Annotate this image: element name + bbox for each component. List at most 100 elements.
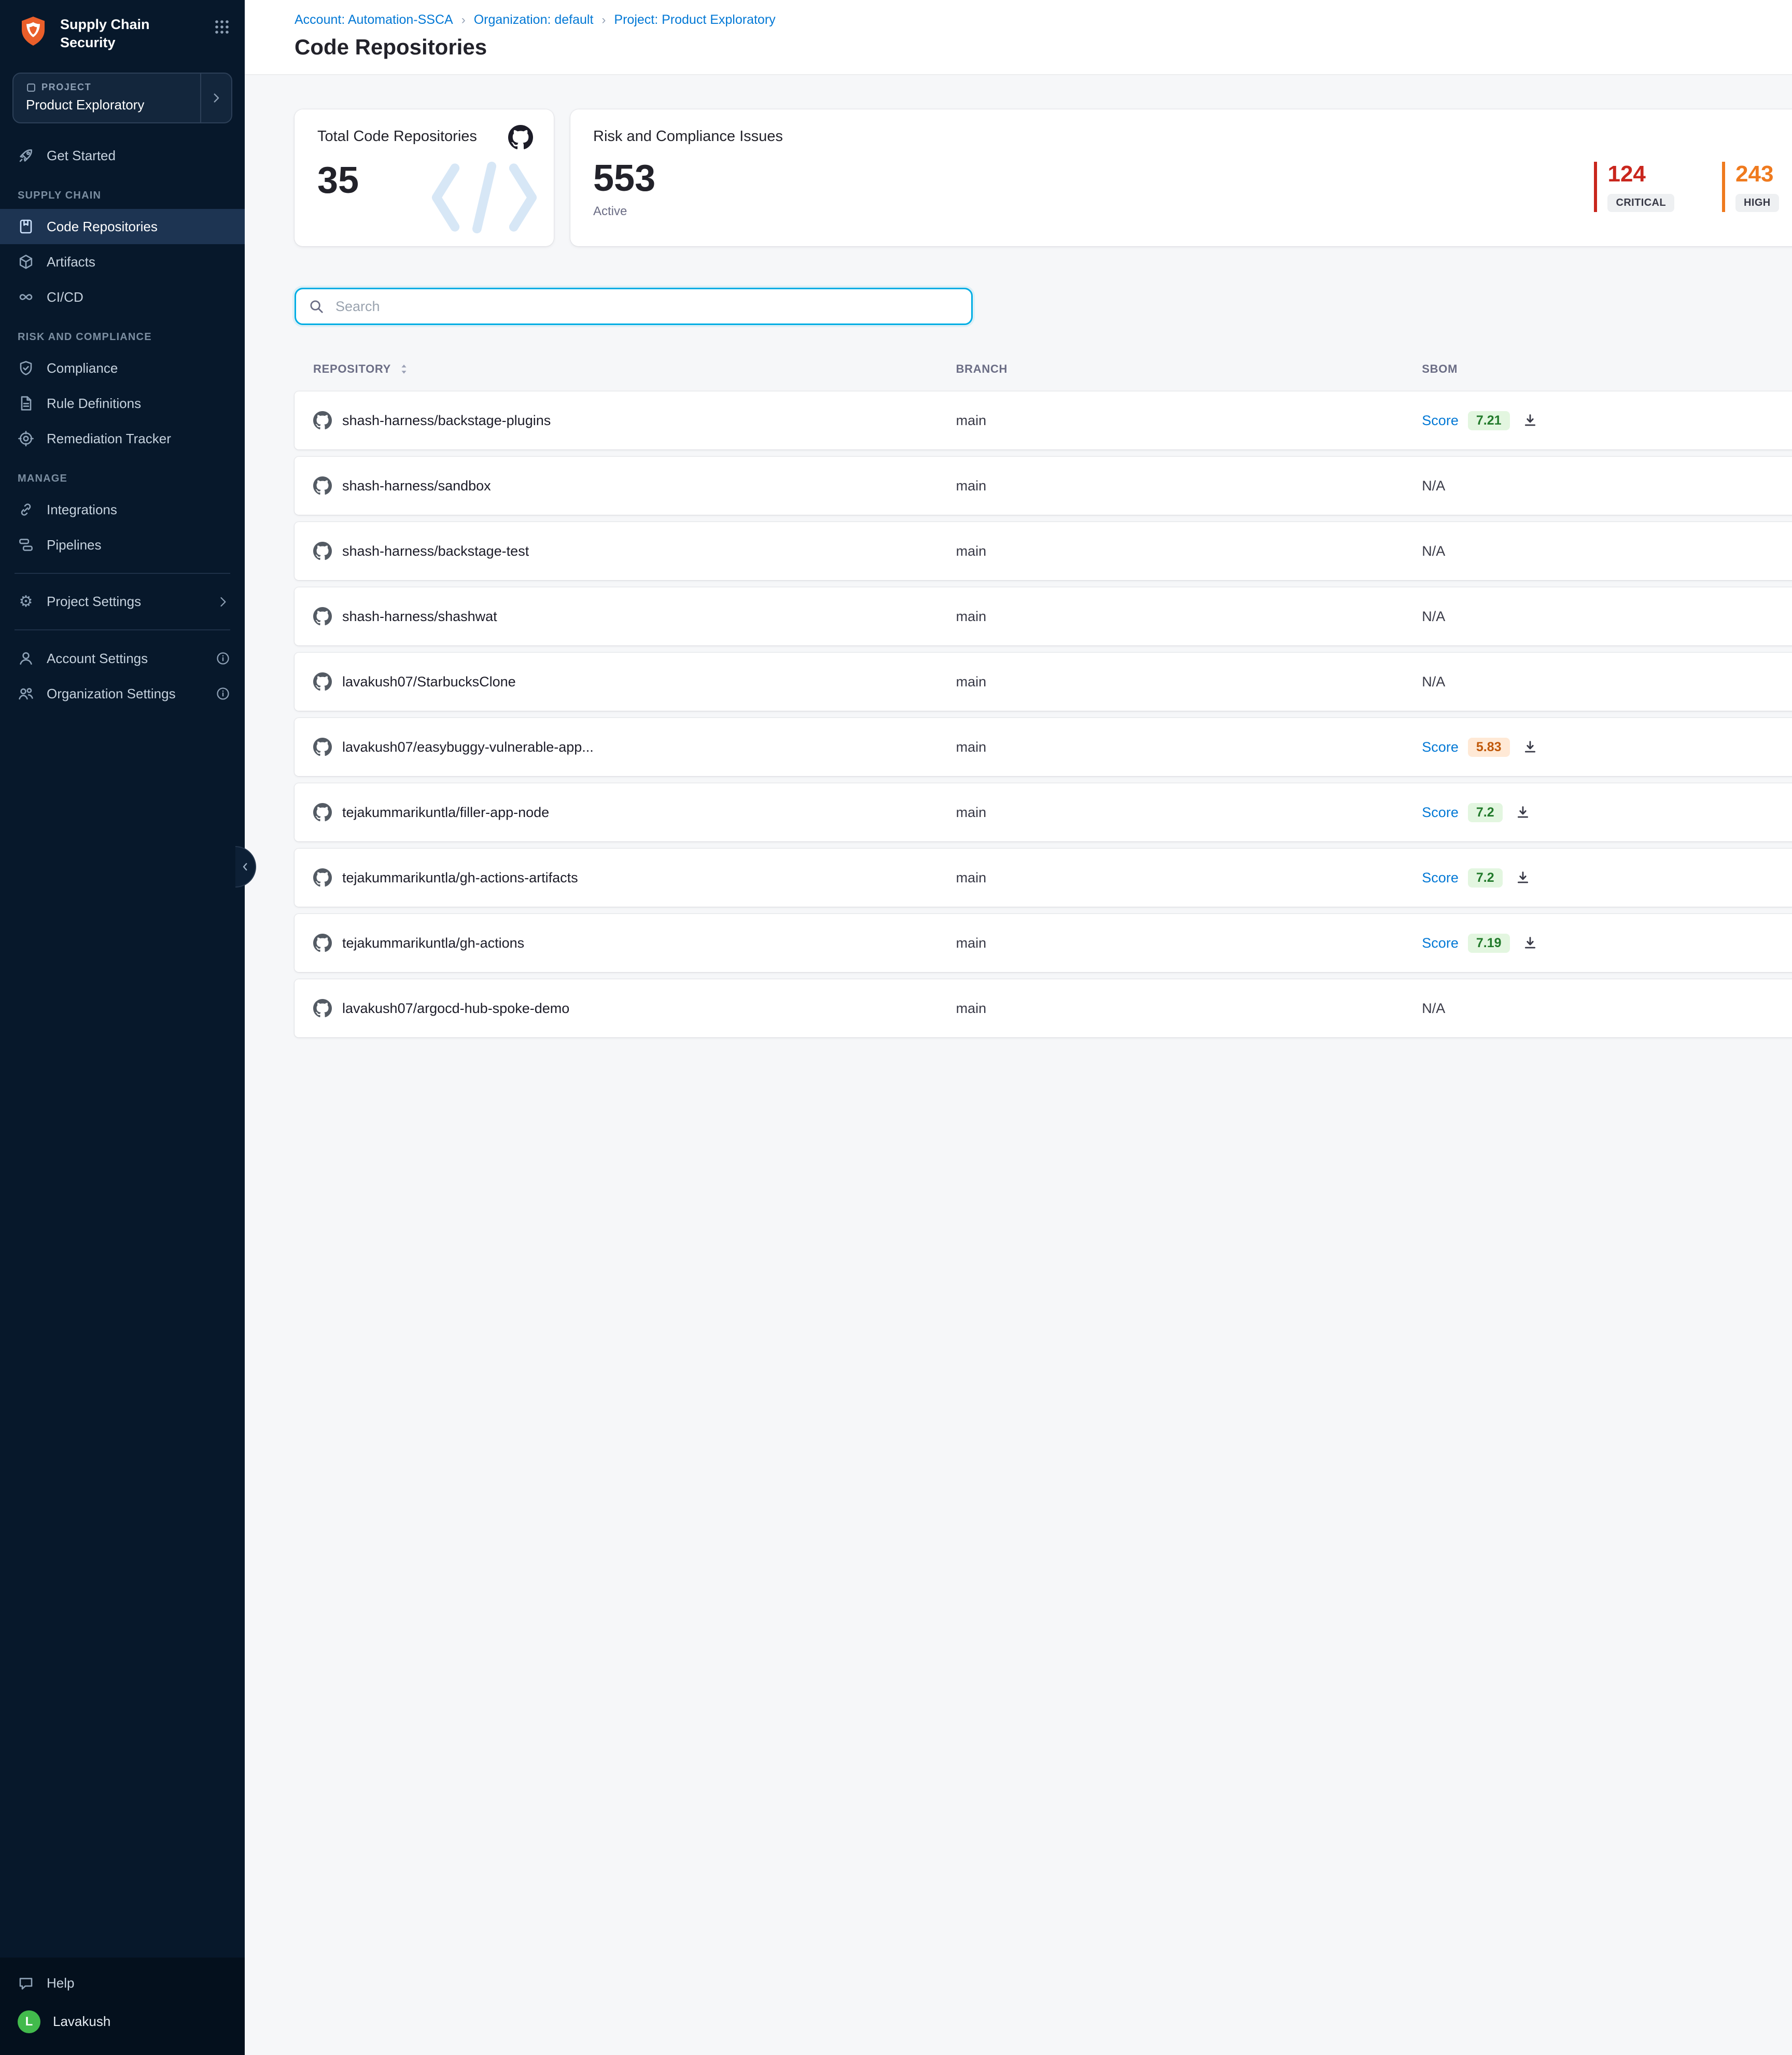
branch-name: main — [956, 674, 987, 689]
github-icon — [313, 868, 332, 887]
page-title: Code Repositories — [295, 35, 1792, 60]
sbom-cell: N/A — [1422, 543, 1792, 559]
sbom-score: Score 7.21 — [1422, 411, 1537, 430]
sidebar-item-rule-definitions[interactable]: Rule Definitions — [0, 386, 245, 421]
sbom-na: N/A — [1422, 1001, 1445, 1017]
download-sbom-icon[interactable] — [1515, 870, 1531, 885]
repo-cell: shash-harness/backstage-test — [313, 542, 956, 560]
breadcrumb-organization[interactable]: Organization: default — [474, 12, 594, 27]
info-icon — [216, 686, 230, 701]
sidebar-item-label: Project Settings — [47, 594, 141, 610]
sbom-cell: N/A — [1422, 674, 1792, 690]
sidebar-item-account-settings[interactable]: Account Settings — [0, 641, 245, 676]
sidebar-item-organization-settings[interactable]: Organization Settings — [0, 676, 245, 711]
repo-cell: lavakush07/easybuggy-vulnerable-app... — [313, 738, 956, 756]
sbom-score-label: Score — [1422, 935, 1459, 951]
table-row[interactable]: shash-harness/backstage-test main N/A C3 — [295, 522, 1792, 580]
sidebar-item-user[interactable]: L Lavakush — [0, 2001, 245, 2043]
link-icon — [18, 501, 34, 518]
repo-name: lavakush07/argocd-hub-spoke-demo — [342, 1001, 569, 1017]
sidebar-item-label: Integrations — [47, 502, 117, 518]
sidebar-item-help[interactable]: Help — [0, 1966, 245, 2001]
table-row[interactable]: lavakush07/argocd-hub-spoke-demo main N/… — [295, 979, 1792, 1037]
repo-icon — [18, 218, 34, 235]
sidebar-item-cicd[interactable]: CI/CD — [0, 279, 245, 315]
severity-high: 243 HIGH — [1722, 162, 1779, 212]
sidebar-item-label: CI/CD — [47, 289, 83, 305]
project-chevron[interactable] — [200, 74, 231, 122]
repo-name: shash-harness/sandbox — [342, 478, 491, 494]
table-row[interactable]: shash-harness/shashwat main N/A C3 — [295, 587, 1792, 645]
search-input[interactable] — [333, 298, 959, 316]
user-icon — [18, 650, 34, 667]
project-name: Product Exploratory — [26, 97, 190, 113]
section-header-manage: MANAGE — [0, 456, 245, 492]
sbom-cell: Score 7.19 — [1422, 934, 1792, 953]
github-icon — [313, 411, 332, 430]
project-selector-main: PROJECT Product Exploratory — [13, 74, 200, 122]
github-icon — [313, 476, 332, 495]
column-header-repository[interactable]: REPOSITORY — [313, 360, 956, 378]
sbom-score-label: Score — [1422, 870, 1459, 886]
table-row[interactable]: shash-harness/backstage-plugins main Sco… — [295, 391, 1792, 449]
repo-cell: tejakummarikuntla/filler-app-node — [313, 803, 956, 822]
sidebar-item-code-repositories[interactable]: Code Repositories — [0, 209, 245, 244]
sbom-score-label: Score — [1422, 739, 1459, 755]
download-sbom-icon[interactable] — [1522, 739, 1538, 755]
sidebar-item-get-started[interactable]: Get Started — [0, 138, 245, 173]
sbom-cell: Score 7.2 — [1422, 868, 1792, 888]
sbom-score: Score 5.83 — [1422, 738, 1537, 757]
breadcrumb-account[interactable]: Account: Automation-SSCA — [295, 12, 453, 27]
table-header: REPOSITORY BRANCH SBOM RISK AND COMPLIAN… — [295, 360, 1792, 378]
sbom-cell: N/A — [1422, 478, 1792, 494]
sidebar-item-label: Account Settings — [47, 651, 148, 667]
project-selector[interactable]: PROJECT Product Exploratory — [12, 73, 232, 123]
sbom-na: N/A — [1422, 478, 1445, 494]
summary-cards: Total Code Repositories 35 Risk and Comp… — [295, 109, 1792, 246]
sidebar-item-project-settings[interactable]: ⚙ Project Settings — [0, 584, 245, 619]
repo-cell: lavakush07/argocd-hub-spoke-demo — [313, 999, 956, 1018]
sbom-score-label: Score — [1422, 413, 1459, 429]
info-icon — [216, 651, 230, 666]
repo-name: shash-harness/shashwat — [342, 609, 497, 625]
sbom-cell: N/A — [1422, 1001, 1792, 1017]
breadcrumb-project[interactable]: Project: Product Exploratory — [614, 12, 775, 27]
download-sbom-icon[interactable] — [1522, 935, 1538, 951]
gear-icon: ⚙ — [18, 594, 34, 610]
sbom-cell: Score 7.2 — [1422, 803, 1792, 822]
apps-grid-icon[interactable] — [214, 19, 230, 35]
github-icon — [313, 803, 332, 822]
card-title: Risk and Compliance Issues — [593, 128, 1792, 145]
sbom-score: Score 7.2 — [1422, 803, 1530, 822]
sidebar-item-pipelines[interactable]: Pipelines — [0, 527, 245, 562]
branch-name: main — [956, 935, 987, 951]
download-sbom-icon[interactable] — [1522, 413, 1538, 428]
download-sbom-icon[interactable] — [1515, 805, 1531, 820]
sidebar-item-compliance[interactable]: Compliance — [0, 350, 245, 386]
search-box — [295, 288, 973, 325]
repo-cell: shash-harness/shashwat — [313, 607, 956, 626]
table-row[interactable]: tejakummarikuntla/gh-actions-artifacts m… — [295, 849, 1792, 907]
severity-count: 243 — [1735, 162, 1779, 187]
sidebar-item-label: Compliance — [47, 360, 118, 376]
github-icon — [313, 999, 332, 1018]
card-total-repositories: Total Code Repositories 35 — [295, 109, 554, 246]
harness-scs-logo — [17, 15, 50, 48]
github-icon — [313, 607, 332, 626]
sidebar-item-integrations[interactable]: Integrations — [0, 492, 245, 527]
repo-name: lavakush07/StarbucksClone — [342, 674, 516, 690]
sidebar-item-label: Help — [47, 1975, 74, 1991]
sidebar-item-remediation-tracker[interactable]: Remediation Tracker — [0, 421, 245, 456]
table-row[interactable]: lavakush07/StarbucksClone main N/A C3 — [295, 653, 1792, 711]
sidebar-item-artifacts[interactable]: Artifacts — [0, 244, 245, 279]
branch-name: main — [956, 478, 987, 494]
project-icon — [26, 82, 36, 93]
sbom-score-value: 7.2 — [1468, 868, 1503, 888]
user-name: Lavakush — [53, 2014, 110, 2030]
sbom-score-value: 5.83 — [1468, 738, 1510, 757]
sbom-na: N/A — [1422, 609, 1445, 625]
table-row[interactable]: lavakush07/easybuggy-vulnerable-app... m… — [295, 718, 1792, 776]
table-row[interactable]: tejakummarikuntla/filler-app-node main S… — [295, 783, 1792, 841]
table-row[interactable]: tejakummarikuntla/gh-actions main Score … — [295, 914, 1792, 972]
table-row[interactable]: shash-harness/sandbox main N/A C3 — [295, 457, 1792, 515]
